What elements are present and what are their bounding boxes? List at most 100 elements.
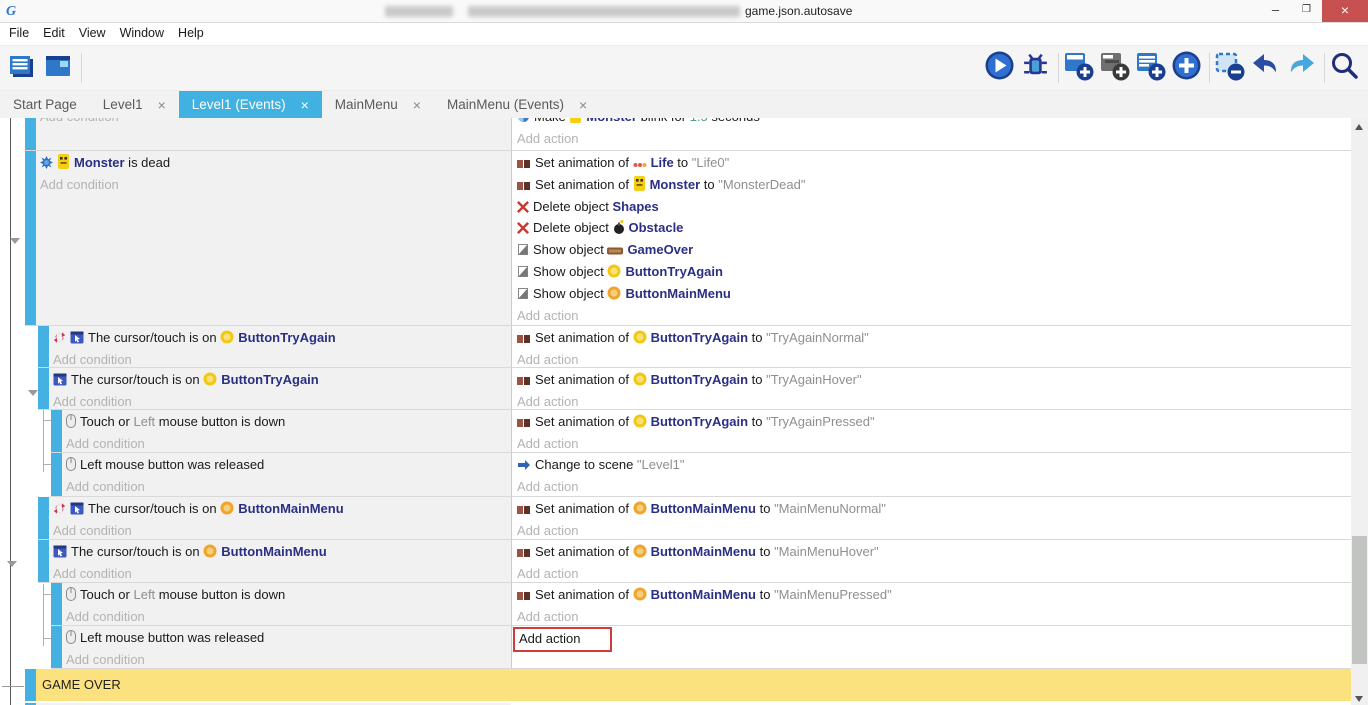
actions-cell[interactable]: Add action [511, 626, 1351, 668]
tab-close-icon[interactable]: × [413, 97, 421, 113]
add-condition-placeholder[interactable]: Add condition [53, 391, 511, 409]
add-comment-button[interactable] [1134, 51, 1170, 85]
undo-button[interactable] [1249, 51, 1285, 85]
actions-cell[interactable]: Make Monster blink for 1.5 secondsAdd ac… [511, 118, 1351, 150]
add-action-placeholder[interactable]: Add action [517, 391, 1351, 409]
event-selector-bar[interactable] [38, 368, 49, 409]
tab-close-icon[interactable]: × [158, 97, 166, 113]
tab-level1[interactable]: Level1× [90, 91, 179, 118]
event-selector-bar[interactable] [38, 497, 49, 539]
conditions-cell[interactable]: Add condition [36, 118, 511, 150]
add-condition-placeholder[interactable]: Add condition [66, 433, 511, 452]
add-action-highlighted[interactable]: Add action [513, 627, 612, 652]
action-item[interactable]: Set animation of Monster to "MonsterDead… [517, 174, 1351, 196]
event-selector-bar[interactable] [38, 540, 49, 582]
actions-cell[interactable]: Change to scene "Level1"Add action [511, 453, 1351, 496]
redo-button[interactable] [1285, 51, 1321, 85]
menu-help[interactable]: Help [171, 23, 211, 43]
conditions-cell[interactable]: Touch or Left mouse button is downAdd co… [62, 583, 511, 625]
comment-row[interactable]: GAME OVER [25, 669, 1368, 701]
add-condition-placeholder[interactable]: Add condition [53, 563, 511, 582]
start-page-window-button[interactable] [42, 51, 78, 85]
event-selector-bar[interactable] [51, 583, 62, 625]
minimize-button[interactable]: – [1260, 0, 1291, 22]
action-item[interactable]: Set animation of ButtonMainMenu to "Main… [517, 498, 1351, 520]
remove-selection-button[interactable] [1213, 51, 1249, 85]
action-item[interactable]: Set animation of ButtonTryAgain to "TryA… [517, 411, 1351, 433]
action-item[interactable]: Show object ButtonMainMenu [517, 283, 1351, 305]
actions-cell[interactable]: Set animation of ButtonTryAgain to "TryA… [511, 326, 1351, 367]
comment-text[interactable]: GAME OVER [36, 669, 1351, 701]
scroll-up-icon[interactable] [1355, 124, 1363, 130]
add-condition-placeholder[interactable]: Add condition [66, 476, 511, 496]
condition-item[interactable]: The cursor/touch is on ButtonMainMenu [53, 498, 511, 520]
actions-cell[interactable]: Set animation of ButtonTryAgain to "TryA… [511, 368, 1351, 409]
actions-cell[interactable]: Set animation of ButtonMainMenu to "Main… [511, 497, 1351, 539]
condition-item[interactable]: The cursor/touch is on ButtonTryAgain [53, 327, 511, 349]
tab-close-icon[interactable]: × [301, 97, 309, 113]
add-action-placeholder[interactable]: Add action [517, 433, 1351, 452]
menu-view[interactable]: View [72, 23, 113, 43]
add-condition-placeholder[interactable]: Add condition [66, 606, 511, 625]
conditions-cell[interactable]: Left mouse button was releasedAdd condit… [62, 453, 511, 496]
event-selector-bar[interactable] [51, 410, 62, 452]
tab-start-page[interactable]: Start Page [0, 91, 90, 118]
event-selector-bar[interactable] [25, 151, 36, 325]
conditions-cell[interactable]: Left mouse button was releasedAdd condit… [62, 626, 511, 668]
actions-cell[interactable]: Set animation of ButtonMainMenu to "Main… [511, 583, 1351, 625]
action-item[interactable]: Show object GameOver [517, 239, 1351, 261]
condition-item[interactable]: The cursor/touch is on ButtonTryAgain [53, 369, 511, 391]
scroll-down-icon[interactable] [1355, 696, 1363, 702]
condition-item[interactable]: Monster is dead [40, 152, 511, 174]
scrollbar-thumb[interactable] [1352, 536, 1367, 664]
conditions-cell[interactable]: Touch or Left mouse button is downAdd co… [62, 410, 511, 452]
action-item[interactable]: Change to scene "Level1" [517, 454, 1351, 476]
add-circle-button[interactable] [1170, 51, 1206, 85]
collapse-arrow-icon[interactable] [28, 390, 38, 396]
condition-item[interactable]: The cursor/touch is on ButtonMainMenu [53, 541, 511, 563]
action-item[interactable]: Set animation of ButtonTryAgain to "TryA… [517, 327, 1351, 349]
event-selector-bar[interactable] [51, 626, 62, 668]
add-condition-placeholder[interactable]: Add condition [40, 174, 511, 196]
condition-item[interactable]: Touch or Left mouse button is down [66, 584, 511, 606]
condition-item[interactable]: Touch or Left mouse button is down [66, 411, 511, 433]
actions-cell[interactable]: Set animation of ButtonMainMenu to "Main… [511, 540, 1351, 582]
add-event-button[interactable] [1062, 51, 1098, 85]
event-selector-bar[interactable] [38, 326, 49, 367]
action-item[interactable]: Set animation of ButtonMainMenu to "Main… [517, 584, 1351, 606]
tab-level1-events-[interactable]: Level1 (Events)× [179, 91, 322, 118]
menu-edit[interactable]: Edit [36, 23, 72, 43]
actions-cell[interactable]: Set animation of ButtonTryAgain to "TryA… [511, 410, 1351, 452]
debug-button[interactable] [1019, 51, 1055, 85]
action-item[interactable]: Set animation of ButtonTryAgain to "TryA… [517, 369, 1351, 391]
action-item[interactable]: Delete object Obstacle [517, 217, 1351, 239]
conditions-cell[interactable]: The cursor/touch is on ButtonMainMenuAdd… [49, 497, 511, 539]
play-button[interactable] [983, 51, 1019, 85]
collapse-arrow-icon[interactable] [7, 561, 17, 567]
action-item[interactable]: Set animation of Life to "Life0" [517, 152, 1351, 174]
add-action-placeholder[interactable]: Add action [517, 128, 1351, 150]
add-action-placeholder[interactable]: Add action [517, 563, 1351, 582]
add-action-placeholder[interactable]: Add action [517, 349, 1351, 367]
collapse-arrow-icon[interactable] [10, 238, 20, 244]
conditions-cell[interactable]: The cursor/touch is on ButtonTryAgainAdd… [49, 368, 511, 409]
action-item[interactable]: Set animation of ButtonMainMenu to "Main… [517, 541, 1351, 563]
add-condition-placeholder[interactable]: Add condition [53, 349, 511, 367]
add-condition-placeholder[interactable]: Add condition [66, 649, 511, 668]
action-item[interactable]: Make Monster blink for 1.5 seconds [517, 118, 1351, 128]
menu-file[interactable]: File [2, 23, 36, 43]
tab-mainmenu[interactable]: MainMenu× [322, 91, 434, 118]
action-item[interactable]: Show object ButtonTryAgain [517, 261, 1351, 283]
actions-cell[interactable]: Set animation of Life to "Life0"Set anim… [511, 151, 1351, 325]
condition-item[interactable]: Left mouse button was released [66, 627, 511, 649]
vertical-scrollbar[interactable] [1351, 118, 1368, 705]
conditions-cell[interactable]: Monster is deadAdd condition [36, 151, 511, 325]
restore-button[interactable]: ❐ [1291, 0, 1322, 22]
action-item[interactable]: Delete object Shapes [517, 196, 1351, 218]
condition-item[interactable]: Left mouse button was released [66, 454, 511, 476]
conditions-cell[interactable]: The cursor/touch is on ButtonTryAgainAdd… [49, 326, 511, 367]
event-selector-bar[interactable] [25, 118, 36, 150]
tab-close-icon[interactable]: × [579, 97, 587, 113]
add-action-placeholder[interactable]: Add action [517, 606, 1351, 625]
close-button[interactable]: × [1322, 0, 1368, 22]
